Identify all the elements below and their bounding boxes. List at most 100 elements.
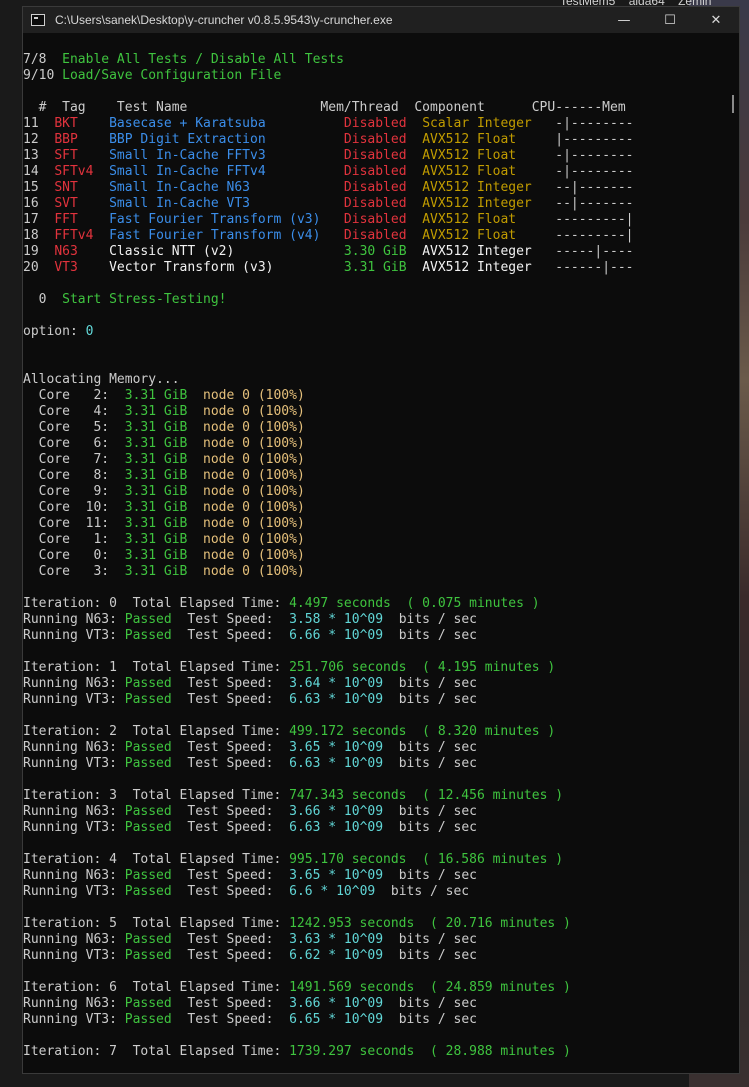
console-text: -|--------: [539, 116, 634, 131]
console-text: Test Speed:: [171, 1012, 290, 1027]
console-text: Disabled: [320, 180, 423, 195]
minimize-button[interactable]: —: [601, 7, 647, 33]
console-text: 3.31 GiB: [124, 420, 188, 435]
console-text: Test Speed:: [171, 692, 290, 707]
close-button[interactable]: ✕: [693, 7, 739, 33]
console-text: node 0 (100%): [203, 548, 305, 563]
console-text: Core 5:: [23, 420, 125, 435]
console-text: 17: [23, 212, 55, 227]
console-text: Disabled: [320, 164, 423, 179]
console-text: node 0 (100%): [203, 388, 305, 403]
console-text: 3.31 GiB: [124, 564, 188, 579]
console-line: Running N63: Passed Test Speed: 3.63 * 1…: [23, 932, 731, 948]
console-text: --|-------: [539, 180, 634, 195]
console-text: Running N63:: [23, 612, 125, 627]
console-text: bits / sec: [383, 756, 477, 771]
console-text: SFT: [54, 148, 110, 163]
console-line: Running VT3: Passed Test Speed: 6.63 * 1…: [23, 820, 731, 836]
console-text: Fast Fourier Transform (v3): [109, 212, 321, 227]
console-text: Running VT3:: [23, 756, 125, 771]
console-text: bits / sec: [383, 612, 477, 627]
console-text: Small In-Cache FFTv3: [109, 148, 321, 163]
console-text: 3.31 GiB: [320, 260, 423, 275]
console-line: Iteration: 7 Total Elapsed Time: 1739.29…: [23, 1044, 731, 1060]
console-text: Iteration: 5 Total Elapsed Time:: [23, 916, 290, 931]
console-text: Passed: [124, 756, 172, 771]
console-text: Iteration: 7 Total Elapsed Time:: [23, 1044, 290, 1059]
console-text: Test Speed:: [171, 820, 290, 835]
console-text: Core 0:: [23, 548, 125, 563]
vertical-scrollbar[interactable]: [729, 33, 739, 1073]
console-text: node 0 (100%): [203, 564, 305, 579]
console-text: 14: [23, 164, 55, 179]
console-line: 11 BKT Basecase + Karatsuba Disabled Sca…: [23, 116, 731, 132]
console-text: Disabled: [320, 148, 423, 163]
console-line: Iteration: 5 Total Elapsed Time: 1242.95…: [23, 916, 731, 932]
title-bar[interactable]: C:\Users\sanek\Desktop\y-cruncher v0.8.5…: [23, 7, 739, 33]
console-text: Iteration: 1 Total Elapsed Time:: [23, 660, 290, 675]
console-text: Running VT3:: [23, 948, 125, 963]
console-text: BBP: [54, 132, 110, 147]
console-text: Classic NTT (v2): [109, 244, 321, 259]
console-line: 16 SVT Small In-Cache VT3 Disabled AVX51…: [23, 196, 731, 212]
console-text: Passed: [124, 884, 172, 899]
console-text: Test Speed:: [171, 740, 290, 755]
console-text: Running VT3:: [23, 628, 125, 643]
console-line: Iteration: 3 Total Elapsed Time: 747.343…: [23, 788, 731, 804]
console-text: bits / sec: [383, 948, 477, 963]
console-text: 3.63 * 10^09: [289, 932, 384, 947]
console-text: Running N63:: [23, 996, 125, 1011]
window-controls: — ☐ ✕: [601, 7, 739, 33]
console-text: bits / sec: [383, 740, 477, 755]
console-text: AVX512 Float: [422, 132, 540, 147]
console-text: 16: [23, 196, 55, 211]
console-text: Passed: [124, 692, 172, 707]
console-text: # Tag Test Name Mem/Thread Component CPU…: [23, 100, 626, 115]
console-line: Running N63: Passed Test Speed: 3.65 * 1…: [23, 740, 731, 756]
console-text: Iteration: 6 Total Elapsed Time:: [23, 980, 290, 995]
console-text: -|--------: [539, 164, 634, 179]
console-text: Passed: [124, 676, 172, 691]
maximize-button[interactable]: ☐: [647, 7, 693, 33]
console-line: Core 5: 3.31 GiB node 0 (100%): [23, 420, 731, 436]
console-text: 3.31 GiB: [124, 548, 188, 563]
console-text: Disabled: [320, 196, 423, 211]
console-line: Core 8: 3.31 GiB node 0 (100%): [23, 468, 731, 484]
console-line: Iteration: 0 Total Elapsed Time: 4.497 s…: [23, 596, 731, 612]
console-line: Core 7: 3.31 GiB node 0 (100%): [23, 452, 731, 468]
console-output[interactable]: 7/8 Enable All Tests / Disable All Tests…: [23, 52, 731, 1060]
console-text: 3.31 GiB: [124, 532, 188, 547]
console-text: 7/8: [23, 52, 63, 67]
console-line: # Tag Test Name Mem/Thread Component CPU…: [23, 100, 731, 116]
console-text: Passed: [124, 1012, 172, 1027]
console-window: C:\Users\sanek\Desktop\y-cruncher v0.8.5…: [22, 6, 740, 1074]
window-title: C:\Users\sanek\Desktop\y-cruncher v0.8.5…: [55, 13, 393, 27]
console-text: option:: [23, 324, 86, 339]
console-text: ------|---: [539, 260, 634, 275]
console-line: Core 11: 3.31 GiB node 0 (100%): [23, 516, 731, 532]
console-text: Running VT3:: [23, 1012, 125, 1027]
console-text: AVX512 Integer: [422, 244, 540, 259]
console-text: 3.66 * 10^09: [289, 804, 384, 819]
console-text: bits / sec: [383, 1012, 477, 1027]
console-line: 0 Start Stress-Testing!: [23, 292, 731, 308]
console-text: 6.63 * 10^09: [289, 820, 384, 835]
console-text: Disabled: [320, 228, 423, 243]
console-text: 3.31 GiB: [124, 500, 188, 515]
console-text: Core 11:: [23, 516, 125, 531]
console-text: 251.706 seconds ( 4.195 minutes ): [289, 660, 556, 675]
console-text: Test Speed:: [171, 804, 290, 819]
console-text: Test Speed:: [171, 932, 290, 947]
console-line: 18 FFTv4 Fast Fourier Transform (v4) Dis…: [23, 228, 731, 244]
console-text: Small In-Cache N63: [109, 180, 321, 195]
console-text: Passed: [124, 948, 172, 963]
console-text: node 0 (100%): [203, 500, 305, 515]
console-text: Core 10:: [23, 500, 125, 515]
console-text: Running VT3:: [23, 692, 125, 707]
console-text: 3.64 * 10^09: [289, 676, 384, 691]
scrollbar-thumb[interactable]: [732, 95, 734, 113]
console-text: SVT: [54, 196, 110, 211]
